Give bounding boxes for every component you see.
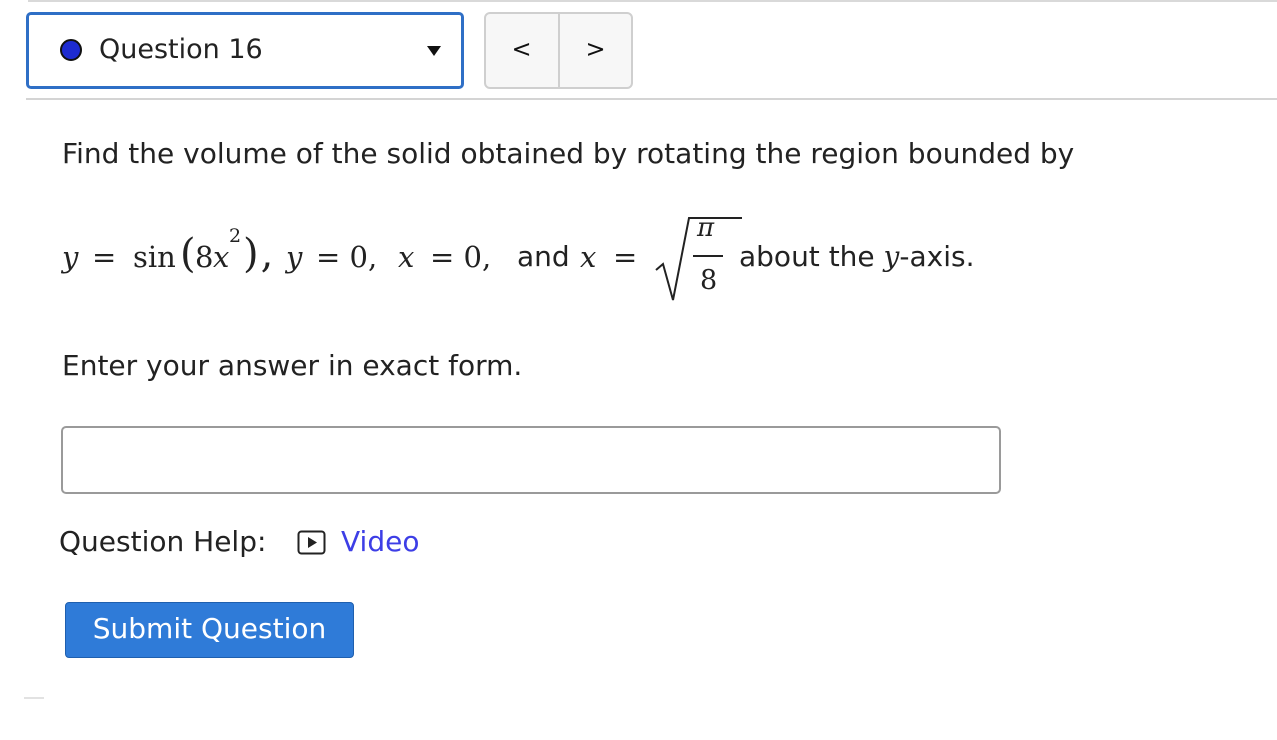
math-var-x2: x	[398, 240, 415, 274]
math-var-x3: x	[580, 240, 597, 274]
math-sin: sin	[133, 240, 176, 274]
math-coef: 8	[195, 240, 214, 274]
header-divider	[26, 98, 1277, 100]
tail-suffix: -axis.	[899, 240, 975, 273]
fraction-numerator: π	[697, 213, 715, 243]
math-var-y1: y	[62, 240, 79, 274]
video-play-icon[interactable]	[297, 530, 326, 555]
question-selector-label: Question 16	[99, 34, 263, 65]
math-eq2-rhs: = 0,	[316, 240, 378, 274]
submit-question-button[interactable]: Submit Question	[65, 602, 354, 658]
top-divider	[28, 0, 1277, 2]
math-equals-4: =	[613, 240, 638, 274]
question-prompt: Find the volume of the solid obtained by…	[62, 137, 1075, 170]
math-paren-close: ),	[243, 231, 276, 277]
question-selector[interactable]: Question 16	[26, 12, 464, 89]
math-var-x1: x	[213, 240, 230, 274]
fraction-denominator: 8	[700, 265, 718, 296]
math-paren-open: (	[180, 231, 196, 277]
math-exponent: 2	[229, 225, 242, 247]
video-link[interactable]: Video	[341, 525, 419, 558]
tail-var: y	[883, 240, 900, 273]
question-status-dot	[60, 39, 82, 61]
math-var-y2: y	[286, 240, 303, 274]
footer-mark	[24, 697, 44, 699]
math-eq3-rhs: = 0,	[430, 240, 492, 274]
math-equals-1: =	[92, 240, 117, 274]
math-and: and	[517, 240, 570, 273]
question-help-label: Question Help:	[59, 525, 267, 558]
fraction-bar	[693, 255, 723, 257]
previous-question-button[interactable]: <	[486, 14, 557, 87]
dropdown-caret-icon	[427, 46, 441, 56]
question-nav-group: < >	[484, 12, 633, 89]
next-question-button[interactable]: >	[558, 14, 631, 87]
answer-input[interactable]	[61, 426, 1001, 494]
answer-instruction: Enter your answer in exact form.	[62, 349, 523, 382]
math-tail: about the y-axis.	[739, 240, 974, 273]
tail-prefix: about the	[739, 240, 875, 273]
